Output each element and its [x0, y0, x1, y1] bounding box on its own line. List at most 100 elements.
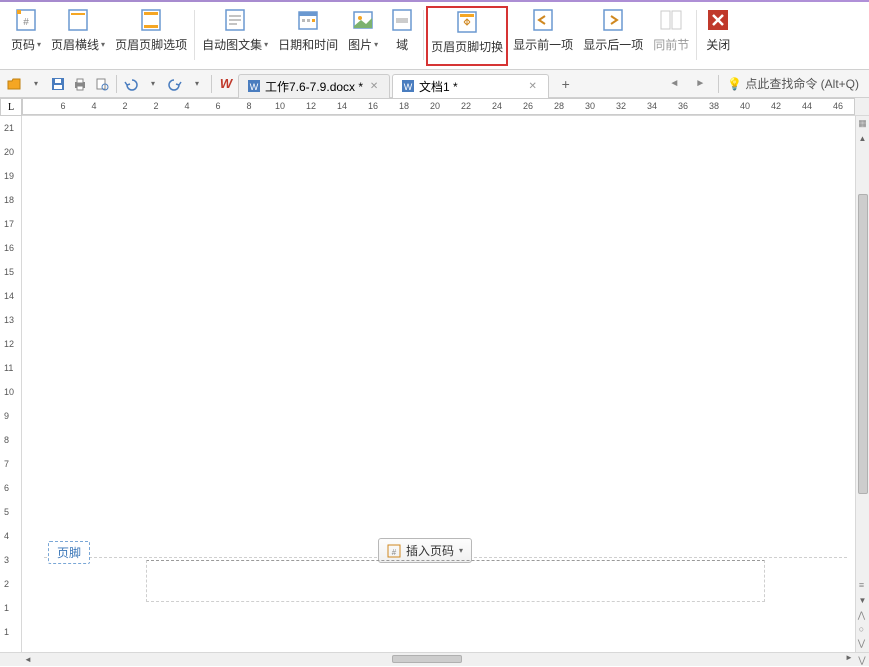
dropdown-button[interactable]: ▾: [26, 74, 46, 94]
ruler-tick: 24: [492, 101, 502, 111]
field-label: 域: [396, 36, 408, 53]
h-scroll-thumb[interactable]: [392, 655, 462, 663]
ruler-tick: 6: [4, 483, 9, 493]
quick-access-toolbar: ▾ ▾ ▾ W W 工作7.6-7.9.docx * ✕ W 文档1 * ✕ +…: [0, 70, 869, 98]
page-number-button[interactable]: # 页码▾: [6, 6, 46, 66]
ruler-tick: 42: [771, 101, 781, 111]
undo-button[interactable]: [121, 74, 141, 94]
doc-map-icon[interactable]: ▦: [857, 118, 869, 130]
horizontal-scrollbar[interactable]: ◄: [22, 653, 843, 666]
vertical-scrollbar[interactable]: ▦ ▲ ≡ ▼ ⋀ ○ ⋁: [855, 116, 869, 652]
auto-text-label: 自动图文集: [202, 36, 262, 53]
page-number-small-icon: #: [387, 544, 401, 558]
ruler-tick: 3: [4, 555, 9, 565]
open-button[interactable]: [4, 74, 24, 94]
ruler-tick: 46: [833, 101, 843, 111]
ruler-tick: 4: [184, 101, 189, 111]
ruler-tick: 2: [153, 101, 158, 111]
footer-editable-region[interactable]: [146, 560, 765, 602]
show-prev-label: 显示前一项: [513, 36, 573, 53]
ruler-tick: 32: [616, 101, 626, 111]
picture-button[interactable]: 图片▾: [343, 6, 383, 66]
ruler-tick: 4: [4, 531, 9, 541]
vertical-ruler[interactable]: 2120191817161514131211109876543211: [0, 116, 22, 652]
scroll-left-button[interactable]: ◄: [22, 654, 34, 666]
ruler-tick: 10: [4, 387, 14, 397]
ruler-tick: 21: [4, 123, 14, 133]
ruler-tick: 8: [4, 435, 9, 445]
print-button[interactable]: [70, 74, 90, 94]
field-button[interactable]: 域: [383, 6, 421, 66]
auto-text-button[interactable]: 自动图文集▾: [197, 6, 273, 66]
header-footer-options-label: 页眉页脚选项: [115, 36, 187, 53]
same-prev-section-icon: [657, 6, 685, 34]
ruler-tick: 9: [4, 411, 9, 421]
show-next-button[interactable]: 显示后一项: [578, 6, 648, 66]
date-time-button[interactable]: 日期和时间: [273, 6, 343, 66]
header-footer-switch-label: 页眉页脚切换: [431, 38, 503, 55]
scroll-down-button[interactable]: ▼: [857, 594, 869, 606]
ruler-tick: 30: [585, 101, 595, 111]
document-tab-1[interactable]: W 工作7.6-7.9.docx * ✕: [238, 74, 390, 98]
ruler-tick: 2: [122, 101, 127, 111]
ruler-tick: 12: [4, 339, 14, 349]
page-number-icon: #: [12, 6, 40, 34]
next-page-icon[interactable]: ⋁: [857, 638, 867, 648]
header-footer-options-icon: [137, 6, 165, 34]
ruler-tick: 18: [399, 101, 409, 111]
horizontal-ruler[interactable]: 6422468101214161820222426283032343638404…: [22, 98, 855, 115]
header-line-label: 页眉横线: [51, 36, 99, 53]
ruler-corner[interactable]: L: [0, 98, 22, 116]
undo-dropdown[interactable]: ▾: [143, 74, 163, 94]
ruler-tick: 18: [4, 195, 14, 205]
browse-object-icon[interactable]: ○: [857, 624, 867, 634]
ruler-tick: 1: [4, 627, 9, 637]
find-command-field[interactable]: 💡 点此查找命令 (Alt+Q): [727, 75, 859, 92]
header-footer-switch-button[interactable]: 页眉页脚切换: [426, 6, 508, 66]
svg-text:#: #: [392, 548, 397, 557]
picture-icon: [349, 6, 377, 34]
header-line-button[interactable]: 页眉横线▾: [46, 6, 110, 66]
nav-prev-button[interactable]: ◄: [664, 74, 684, 94]
ruler-tick: 20: [430, 101, 440, 111]
ruler-tick: 38: [709, 101, 719, 111]
new-tab-button[interactable]: +: [555, 74, 577, 94]
ruler-tick: 12: [306, 101, 316, 111]
wps-logo[interactable]: W: [216, 74, 236, 94]
svg-text:#: #: [23, 17, 29, 28]
sidebar-toggle-icon[interactable]: ≡: [857, 580, 867, 590]
close-button[interactable]: 关闭: [699, 6, 737, 66]
ruler-tick: 44: [802, 101, 812, 111]
dropdown-arrow-icon: ▾: [101, 40, 105, 49]
ruler-tick: 22: [461, 101, 471, 111]
ruler-tick: 26: [523, 101, 533, 111]
scroll-right-button[interactable]: ►: [843, 653, 855, 666]
scroll-corner-icon[interactable]: ⋁: [855, 653, 869, 666]
redo-button[interactable]: [165, 74, 185, 94]
ruler-tick: 14: [337, 101, 347, 111]
tab-close-button[interactable]: ✕: [367, 79, 381, 93]
ruler-tick: 7: [4, 459, 9, 469]
close-icon: [704, 6, 732, 34]
header-footer-options-button[interactable]: 页眉页脚选项: [110, 6, 192, 66]
document-tab-2[interactable]: W 文档1 * ✕: [392, 74, 549, 98]
redo-dropdown[interactable]: ▾: [187, 74, 207, 94]
scroll-thumb[interactable]: [858, 194, 868, 494]
field-icon: [388, 6, 416, 34]
ruler-tick: 36: [678, 101, 688, 111]
scroll-up-button[interactable]: ▲: [857, 132, 869, 144]
nav-next-button[interactable]: ►: [690, 74, 710, 94]
print-preview-button[interactable]: [92, 74, 112, 94]
date-time-icon: [294, 6, 322, 34]
prev-page-icon[interactable]: ⋀: [857, 610, 867, 620]
document-page-area[interactable]: 页脚 # 插入页码 ▾: [22, 116, 855, 652]
ruler-tick: 10: [275, 101, 285, 111]
insert-page-number-label: 插入页码: [406, 542, 454, 559]
show-prev-button[interactable]: 显示前一项: [508, 6, 578, 66]
ribbon-toolbar: # 页码▾ 页眉横线▾ 页眉页脚选项 自动图文集▾ 日期和时间 图片▾ 域 页眉…: [0, 2, 869, 70]
auto-text-icon: [221, 6, 249, 34]
save-button[interactable]: [48, 74, 68, 94]
ruler-tick: 2: [4, 579, 9, 589]
tab-close-button[interactable]: ✕: [526, 79, 540, 93]
ruler-tick: 1: [4, 603, 9, 613]
